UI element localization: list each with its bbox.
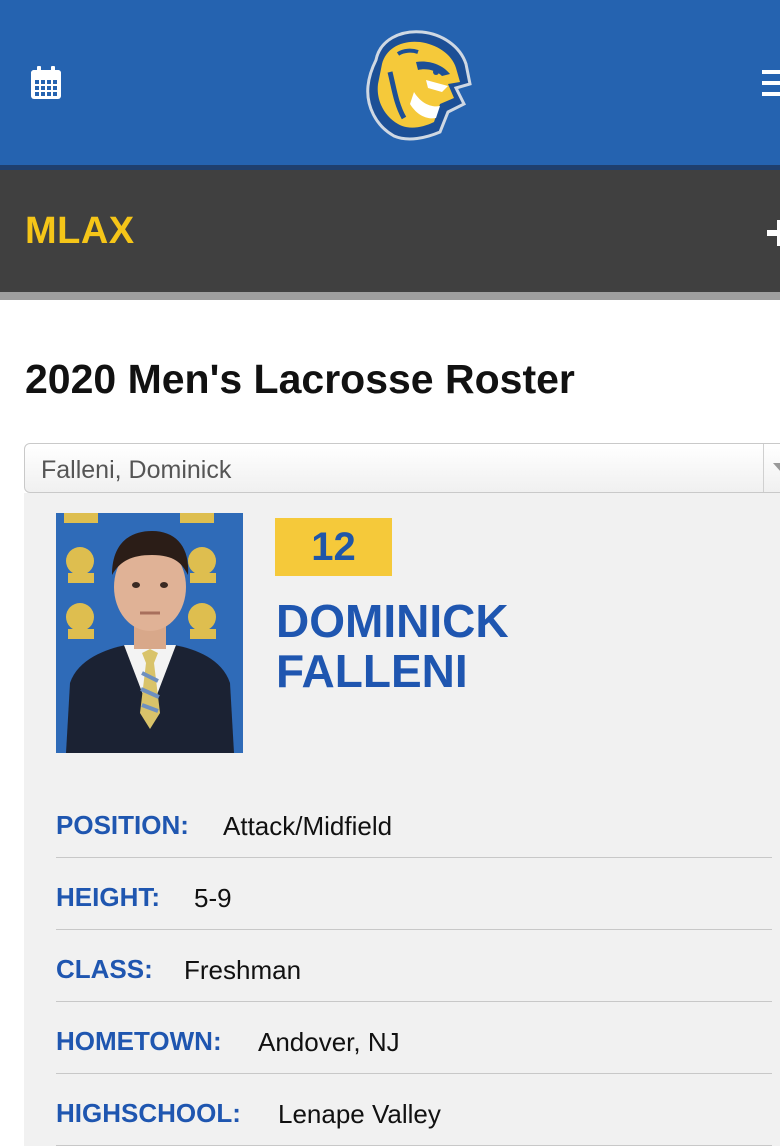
highschool-row: HIGHSCHOOL: Lenape Valley	[56, 1074, 772, 1146]
height-value: 5-9	[194, 883, 232, 913]
tiger-logo[interactable]	[356, 22, 474, 146]
jersey-number-badge: 12	[275, 518, 392, 576]
height-label: HEIGHT:	[56, 882, 160, 912]
calendar-icon[interactable]	[30, 66, 62, 100]
hometown-row: HOMETOWN: Andover, NJ	[56, 1002, 772, 1074]
hamburger-menu-icon[interactable]	[762, 70, 780, 100]
class-row: CLASS: Freshman	[56, 930, 772, 1002]
plus-icon[interactable]	[765, 218, 780, 248]
position-row: POSITION: Attack/Midfield	[56, 786, 772, 858]
height-row: HEIGHT: 5-9	[56, 858, 772, 930]
highschool-label: HIGHSCHOOL:	[56, 1098, 241, 1128]
hometown-label: HOMETOWN:	[56, 1026, 222, 1056]
sport-title[interactable]: MLAX	[25, 210, 135, 253]
player-first-name: DOMINICK	[276, 595, 509, 647]
class-label: CLASS:	[56, 954, 153, 984]
position-value: Attack/Midfield	[223, 811, 393, 841]
class-value: Freshman	[184, 955, 302, 985]
hometown-value: Andover, NJ	[258, 1027, 400, 1057]
highschool-value: Lenape Valley	[278, 1099, 441, 1129]
roster-player-select[interactable]: Falleni, Dominick	[24, 443, 780, 493]
chevron-down-icon	[763, 444, 780, 492]
position-label: POSITION:	[56, 810, 189, 840]
page-title: 2020 Men's Lacrosse Roster	[25, 356, 575, 402]
selected-player: Falleni, Dominick	[41, 456, 232, 484]
player-name: DOMINICK FALLENI	[276, 596, 509, 696]
player-last-name: FALLENI	[276, 645, 468, 697]
player-photo	[56, 513, 243, 753]
subnav-divider	[0, 292, 780, 300]
